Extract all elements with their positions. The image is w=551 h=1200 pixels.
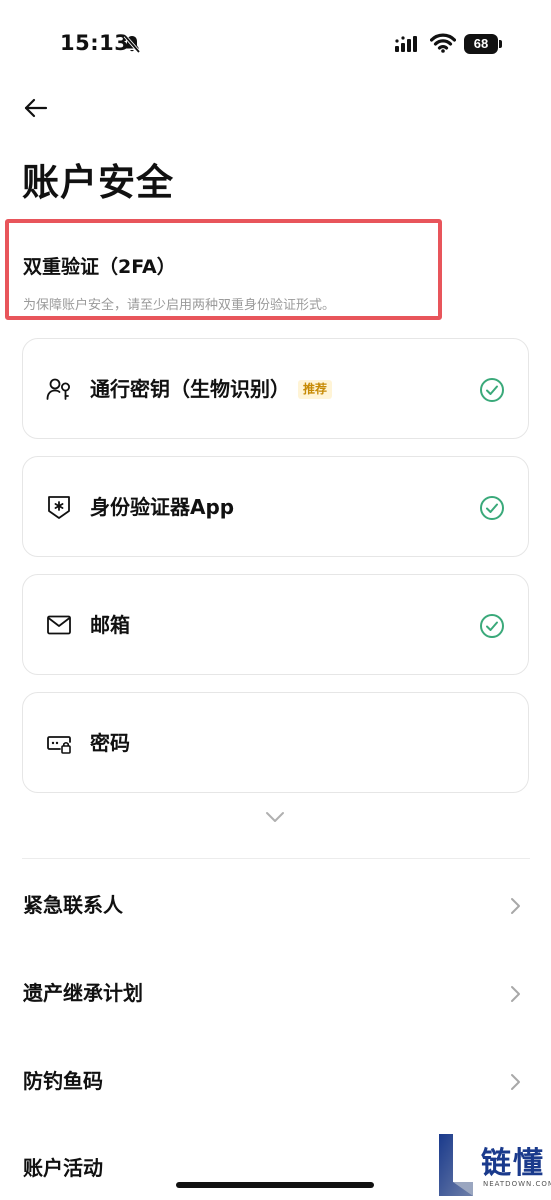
menu-label: 紧急联系人 xyxy=(23,893,123,917)
method-label: 邮箱 xyxy=(90,613,130,637)
battery-indicator: 68 xyxy=(464,34,502,54)
menu-item-inheritance-plan[interactable]: 遗产继承计划 xyxy=(0,962,551,1022)
signal-icon xyxy=(395,36,417,52)
recommend-badge: 推荐 xyxy=(298,380,333,399)
menu-item-anti-phishing-code[interactable]: 防钓鱼码 xyxy=(0,1050,551,1110)
watermark-text: 链懂 xyxy=(481,1146,545,1181)
method-card-email[interactable]: 邮箱 xyxy=(22,574,529,675)
status-time: 15:13 xyxy=(60,31,130,55)
two-factor-description: 为保障账户安全，请至少启用两种双重身份验证形式。 xyxy=(23,298,336,313)
menu-label: 防钓鱼码 xyxy=(23,1069,103,1093)
home-indicator[interactable] xyxy=(176,1182,374,1188)
chevron-right-icon xyxy=(511,986,520,1002)
watermark-logo: 链懂 NEATDOWN.COM xyxy=(437,1132,551,1200)
method-card-passkey[interactable]: 通行密钥（生物识别） 推荐 xyxy=(22,338,529,439)
authenticator-icon xyxy=(48,496,70,519)
method-label: 身份验证器App xyxy=(90,495,235,519)
check-circle-icon xyxy=(480,496,504,520)
status-bar: 15:13 68 xyxy=(0,0,551,90)
battery-level: 68 xyxy=(473,36,489,51)
method-card-password[interactable]: 密码 xyxy=(22,692,529,793)
page-title: 账户安全 xyxy=(22,161,174,204)
menu-label: 遗产继承计划 xyxy=(23,981,143,1005)
method-label: 通行密钥（生物识别） xyxy=(90,377,290,401)
check-circle-icon xyxy=(480,378,504,402)
passkey-icon xyxy=(46,378,70,400)
expand-chevron-down-icon[interactable] xyxy=(263,809,287,825)
watermark-l-icon xyxy=(439,1134,473,1196)
method-label: 密码 xyxy=(90,731,130,755)
menu-label: 账户活动 xyxy=(23,1156,103,1180)
back-arrow-icon[interactable] xyxy=(20,92,52,124)
check-circle-icon xyxy=(480,614,504,638)
method-card-authenticator[interactable]: 身份验证器App xyxy=(22,456,529,557)
mail-icon xyxy=(47,615,71,635)
wifi-icon xyxy=(430,33,456,53)
menu-item-emergency-contact[interactable]: 紧急联系人 xyxy=(0,874,551,934)
bell-muted-icon xyxy=(123,34,141,54)
section-divider xyxy=(22,858,530,859)
password-icon xyxy=(47,736,71,754)
chevron-right-icon xyxy=(511,1074,520,1090)
chevron-right-icon xyxy=(511,898,520,914)
watermark-subtext: NEATDOWN.COM xyxy=(483,1180,551,1188)
two-factor-title: 双重验证（2FA） xyxy=(23,256,176,278)
